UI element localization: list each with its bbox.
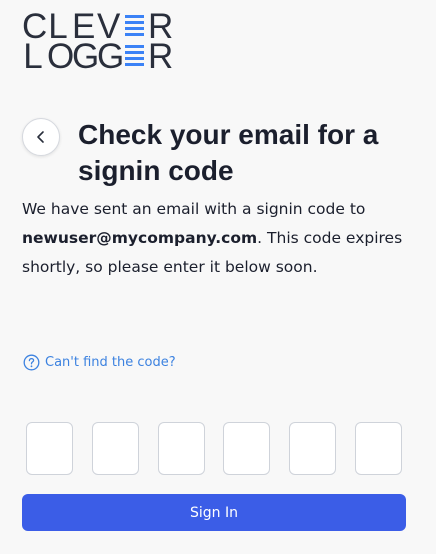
instructions-text: We have sent an email with a signin code… xyxy=(22,195,412,282)
instructions-part1: We have sent an email with a signin code… xyxy=(22,200,366,218)
logo-striped-e xyxy=(124,12,146,40)
cant-find-code-label: Can't find the code? xyxy=(45,355,176,370)
code-digit-input-6[interactable] xyxy=(354,422,402,475)
logo-letter: G xyxy=(97,37,128,76)
logo-row-logger: L O G G R xyxy=(22,37,177,76)
code-digit-input-2[interactable] xyxy=(91,422,139,475)
page-title: Check your email for a signin code xyxy=(78,119,379,186)
code-digit-input-1[interactable] xyxy=(26,422,73,475)
code-digit-input-4[interactable] xyxy=(223,422,271,475)
sign-in-button[interactable]: Sign In xyxy=(22,494,406,531)
logo-letter: L xyxy=(23,37,46,76)
logo-letter: G xyxy=(72,37,103,76)
code-digit-input-3[interactable] xyxy=(157,422,205,475)
code-input-group xyxy=(26,422,402,477)
logo-striped-e xyxy=(124,42,146,70)
chevron-left-icon xyxy=(37,131,44,143)
cant-find-code-link[interactable]: Can't find the code? xyxy=(23,354,176,371)
code-digit-input-5[interactable] xyxy=(289,422,337,475)
back-button[interactable] xyxy=(22,118,60,156)
clever-logger-logo: C L E V R L O G G R xyxy=(22,9,192,76)
logo-letter: R xyxy=(148,37,177,76)
user-email: newuser@mycompany.com xyxy=(22,229,258,247)
logo-letter: O xyxy=(47,37,78,76)
question-circle-icon xyxy=(23,354,40,371)
